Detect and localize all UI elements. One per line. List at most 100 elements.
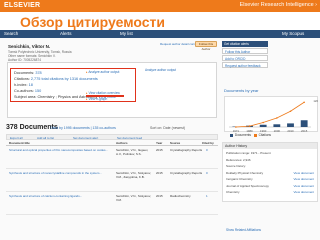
document-title-link[interactable]: Synthesis and structure of calcium-conta…: [9, 194, 113, 198]
view-document-link[interactable]: View document: [294, 171, 314, 175]
author-history-line: Publication range: 1971 - Present: [226, 151, 271, 155]
header-bar: ELSEVIER Elsevier Research Intelligence …: [0, 0, 320, 12]
document-title-link[interactable]: Structural and optical properties of fil…: [9, 148, 113, 152]
table-row[interactable]: Synthesis and structure of nanocrystalli…: [6, 170, 218, 192]
author-name: Senichkin, Viktor N.: [8, 44, 51, 49]
metric-coauthors: Co-authors: 150: [14, 89, 41, 93]
metric-hindex: h-index: 18: [14, 83, 33, 87]
chevron-right-icon: ›: [315, 2, 317, 8]
author-history-line: References: 2,946: [226, 157, 251, 162]
view-document-link[interactable]: View document: [294, 184, 314, 188]
show-related-affiliations-link[interactable]: Show Related Affiliations: [226, 228, 261, 232]
view-document-link[interactable]: View document: [294, 177, 314, 181]
author-history-line: Doklady Physical Chemistry: [226, 170, 264, 175]
document-cited-by[interactable]: 0: [206, 148, 208, 152]
nav-my-scopus[interactable]: My Scopus: [282, 31, 304, 36]
chart-point-citations: [235, 126, 237, 128]
table-row[interactable]: Synthesis and structure of calcium-conta…: [6, 193, 218, 215]
documents-value[interactable]: 378: [35, 71, 41, 75]
author-history-line: Source history:: [226, 164, 247, 168]
coauthors-label: Co-authors:: [14, 89, 34, 93]
chart-svg: 1971 1980 1990 2000 2010 2015120: [229, 99, 318, 133]
author-profile-screenshot: Senichkin, Viktor N. Tomsk Polytechnic U…: [0, 38, 320, 240]
documents-tabs[interactable]: Cited by 1995 documents | 135 co-authors: [50, 126, 116, 130]
chart-point-citations: [262, 121, 264, 124]
add-orcid-link[interactable]: Add to ORCID: [222, 55, 268, 61]
legend-cites-label: Citations: [258, 133, 271, 137]
set-document-alert-button[interactable]: Set document alert: [73, 136, 98, 140]
table-row[interactable]: Structural and optical properties of fil…: [6, 147, 218, 169]
chart-bar-documents: [287, 123, 294, 127]
author-history-line: Inorganic Chemistry: [226, 177, 253, 181]
hindex-value[interactable]: 18: [29, 83, 33, 87]
chart-bar-documents: [300, 120, 308, 127]
document-year: 2015: [156, 194, 163, 198]
citations-value[interactable]: 2,775 total citations by 1316 documents: [31, 77, 98, 81]
legend-docs-swatch: [230, 133, 233, 137]
col-year[interactable]: Year: [156, 141, 162, 145]
set-document-feed-button[interactable]: Set document feed: [117, 136, 142, 140]
follow-author-button[interactable]: Follow this Author: [195, 41, 217, 51]
documents-toolbar: Export all Add all to list Set document …: [6, 134, 218, 140]
chart-bar-documents: [259, 124, 267, 127]
export-all-button[interactable]: Export all: [10, 136, 23, 140]
chart-y-max-label: 120: [313, 99, 318, 103]
nav-alerts[interactable]: Alerts: [60, 31, 72, 36]
subject-label: Subject area:: [14, 95, 37, 99]
col-authors[interactable]: Authors: [116, 141, 128, 145]
col-cited-by[interactable]: Cited by: [202, 141, 214, 145]
follow-author-link[interactable]: Follow this Author: [222, 48, 268, 54]
analyze-output-side-link[interactable]: Analyze author output: [86, 70, 119, 74]
author-history-panel: Author History Publication range: 1971 -…: [222, 142, 318, 202]
document-year: 2015: [156, 148, 163, 152]
chart-point-citations: [248, 125, 251, 127]
document-year: 2015: [156, 171, 163, 175]
col-source[interactable]: Source: [170, 141, 180, 145]
get-citation-alerts-button[interactable]: Get citation alerts: [222, 41, 268, 47]
author-history-title: Author History: [223, 143, 317, 149]
documents-table-header: Document title Authors Year Source Cited…: [6, 141, 218, 146]
h-graph-link[interactable]: View h-graph: [86, 97, 108, 101]
document-cited-by[interactable]: 0: [206, 171, 208, 175]
header-right-text: Elsevier Research Intelligence ›: [240, 2, 317, 8]
chart-bar-documents: [273, 124, 281, 127]
legend-docs-label: Documents: [234, 133, 252, 137]
chart-point-citations: [276, 117, 278, 119]
metric-citations: Citations: 2,775 total citations by 1316…: [14, 77, 98, 81]
sort-select[interactable]: Sort on: Date (newest): [150, 126, 185, 130]
hindex-label: h-index:: [14, 83, 28, 87]
document-source[interactable]: Radiochemistry: [170, 194, 191, 198]
chart-point-citations: [303, 101, 305, 104]
chart-line-citations: [235, 101, 305, 128]
elsevier-logo: ELSEVIER: [4, 2, 41, 9]
coauthors-value[interactable]: 150: [35, 89, 41, 93]
citations-label: Citations:: [14, 77, 30, 81]
author-history-line: Chemistry: [226, 190, 240, 194]
chart-x-tick: 2010: [287, 129, 294, 133]
document-authors: Senichkin, V.N., Stolyarov, V.M.: [116, 194, 152, 202]
documents-citations-chart: 1971 1980 1990 2000 2010 2015 120: [224, 96, 318, 133]
document-cited-by[interactable]: 1: [206, 194, 208, 198]
request-feedback-link[interactable]: Request author feedback: [222, 62, 268, 68]
chart-x-tick: 2015: [301, 129, 308, 133]
documents-label: Documents:: [14, 71, 35, 75]
scopus-nav: Search Alerts My list My Scopus: [0, 30, 320, 38]
document-source[interactable]: Crystallography Reports: [170, 171, 202, 175]
document-title-link[interactable]: Synthesis and structure of nanocrystalli…: [9, 171, 113, 175]
header-right-label: Elsevier Research Intelligence: [239, 2, 314, 8]
col-title[interactable]: Document title: [9, 141, 30, 145]
legend-cites-swatch: [253, 133, 257, 137]
add-all-to-list-button[interactable]: Add all to list: [37, 136, 54, 140]
chart-x-tick: 2000: [274, 129, 281, 133]
nav-my-list[interactable]: My list: [120, 31, 133, 36]
slide-title: Обзор цитируемости: [20, 14, 165, 30]
document-source[interactable]: Crystallography Reports: [170, 148, 202, 152]
view-document-link[interactable]: View document: [294, 190, 314, 194]
chart-point-citations: [289, 110, 292, 113]
document-authors: Senichkin, V.N., Ilegeev, A.V., Pulinkov…: [116, 148, 149, 156]
analyze-output-link[interactable]: Analyze author output: [145, 68, 176, 72]
nav-search[interactable]: Search: [4, 31, 18, 36]
document-authors: Senichkin, V.N., Stolyarov, V.M., Zasypk…: [116, 171, 152, 179]
metric-documents: Documents: 378: [14, 71, 42, 75]
chart-legend: Documents Citations: [230, 133, 271, 137]
